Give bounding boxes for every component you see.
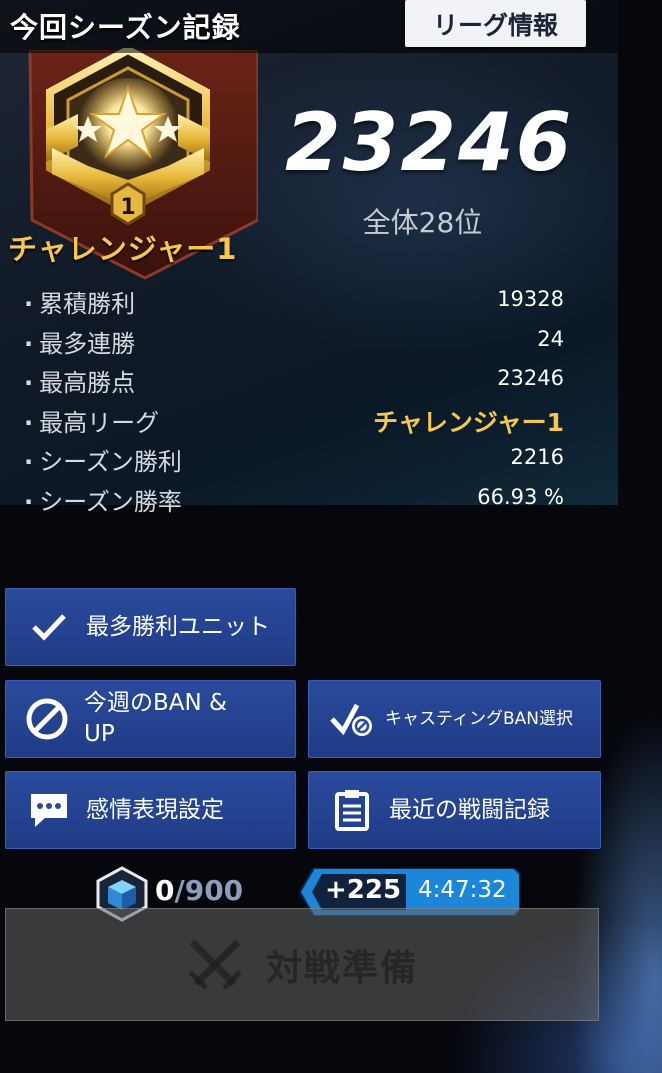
stat-row-season-wins: シーズン勝利 2216 xyxy=(24,442,569,482)
ban-icon xyxy=(24,696,70,742)
resource-max: /900 xyxy=(174,874,244,907)
stat-label: 累積勝利 xyxy=(24,284,135,319)
recent-battles-label: 最近の戦闘記録 xyxy=(389,796,550,823)
casting-ban-label: キャスティングBAN選択 xyxy=(385,708,573,729)
stat-value: 24 xyxy=(537,326,564,351)
chat-bubble-icon xyxy=(26,787,72,833)
emote-settings-label: 感情表現設定 xyxy=(86,796,224,823)
battle-prep-button[interactable]: 対戦準備 xyxy=(5,908,599,1021)
stat-value: 2216 xyxy=(510,445,564,469)
stat-row-win-streak: 最多連勝 24 xyxy=(24,324,569,364)
crossed-swords-icon xyxy=(188,939,242,990)
recent-battles-button[interactable]: 最近の戦闘記録 xyxy=(308,771,601,849)
resource-count: 0/900 xyxy=(155,874,243,907)
stats-list: 累積勝利 19328 最多連勝 24 最高勝点 23246 最高リーグ チャレン… xyxy=(24,284,569,521)
stat-value: 23246 xyxy=(497,366,564,390)
rank-name: チャレンジャー1 xyxy=(8,232,238,266)
stat-label: シーズン勝率 xyxy=(24,482,182,517)
recharge-bonus: +225 xyxy=(325,875,402,905)
stat-value: 19328 xyxy=(497,287,564,311)
clipboard-icon xyxy=(329,787,375,833)
stat-row-season-win-rate: シーズン勝率 66.93 % xyxy=(24,482,569,522)
stat-label: 最高リーグ xyxy=(24,403,159,438)
stat-value: 66.93 % xyxy=(477,484,564,509)
season-score: 23246 xyxy=(285,96,574,189)
casting-ban-button[interactable]: キャスティングBAN選択 xyxy=(308,680,601,758)
stat-label: 最多連勝 xyxy=(24,324,135,359)
resource-current: 0 xyxy=(155,874,175,907)
casting-ban-icon xyxy=(329,696,375,742)
page-title: 今回シーズン記録 xyxy=(10,11,241,44)
weekly-ban-up-label: 今週のBAN & UP xyxy=(84,690,227,747)
stat-row-total-wins: 累積勝利 19328 xyxy=(24,284,569,324)
most-wins-unit-label: 最多勝利ユニット xyxy=(86,613,270,640)
stat-row-best-league: 最高リーグ チャレンジャー1 xyxy=(24,403,569,443)
stat-row-best-points: 最高勝点 23246 xyxy=(24,363,569,403)
recharge-timer-text: 4:47:32 xyxy=(418,877,507,903)
check-icon xyxy=(26,604,72,650)
stat-label: シーズン勝利 xyxy=(24,442,182,477)
weekly-ban-up-button[interactable]: 今週のBAN & UP xyxy=(5,680,296,758)
rank-tier-number: 1 xyxy=(120,195,135,220)
challenger-rank-emblem: 1 xyxy=(46,48,210,226)
league-info-button[interactable]: リーグ情報 xyxy=(405,0,586,47)
stat-value: チャレンジャー1 xyxy=(373,407,564,437)
stat-label: 最高勝点 xyxy=(24,363,135,398)
overall-rank: 全体28位 xyxy=(362,206,483,239)
most-wins-unit-button[interactable]: 最多勝利ユニット xyxy=(5,588,296,666)
emote-settings-button[interactable]: 感情表現設定 xyxy=(5,771,296,849)
battle-prep-label: 対戦準備 xyxy=(265,947,418,989)
